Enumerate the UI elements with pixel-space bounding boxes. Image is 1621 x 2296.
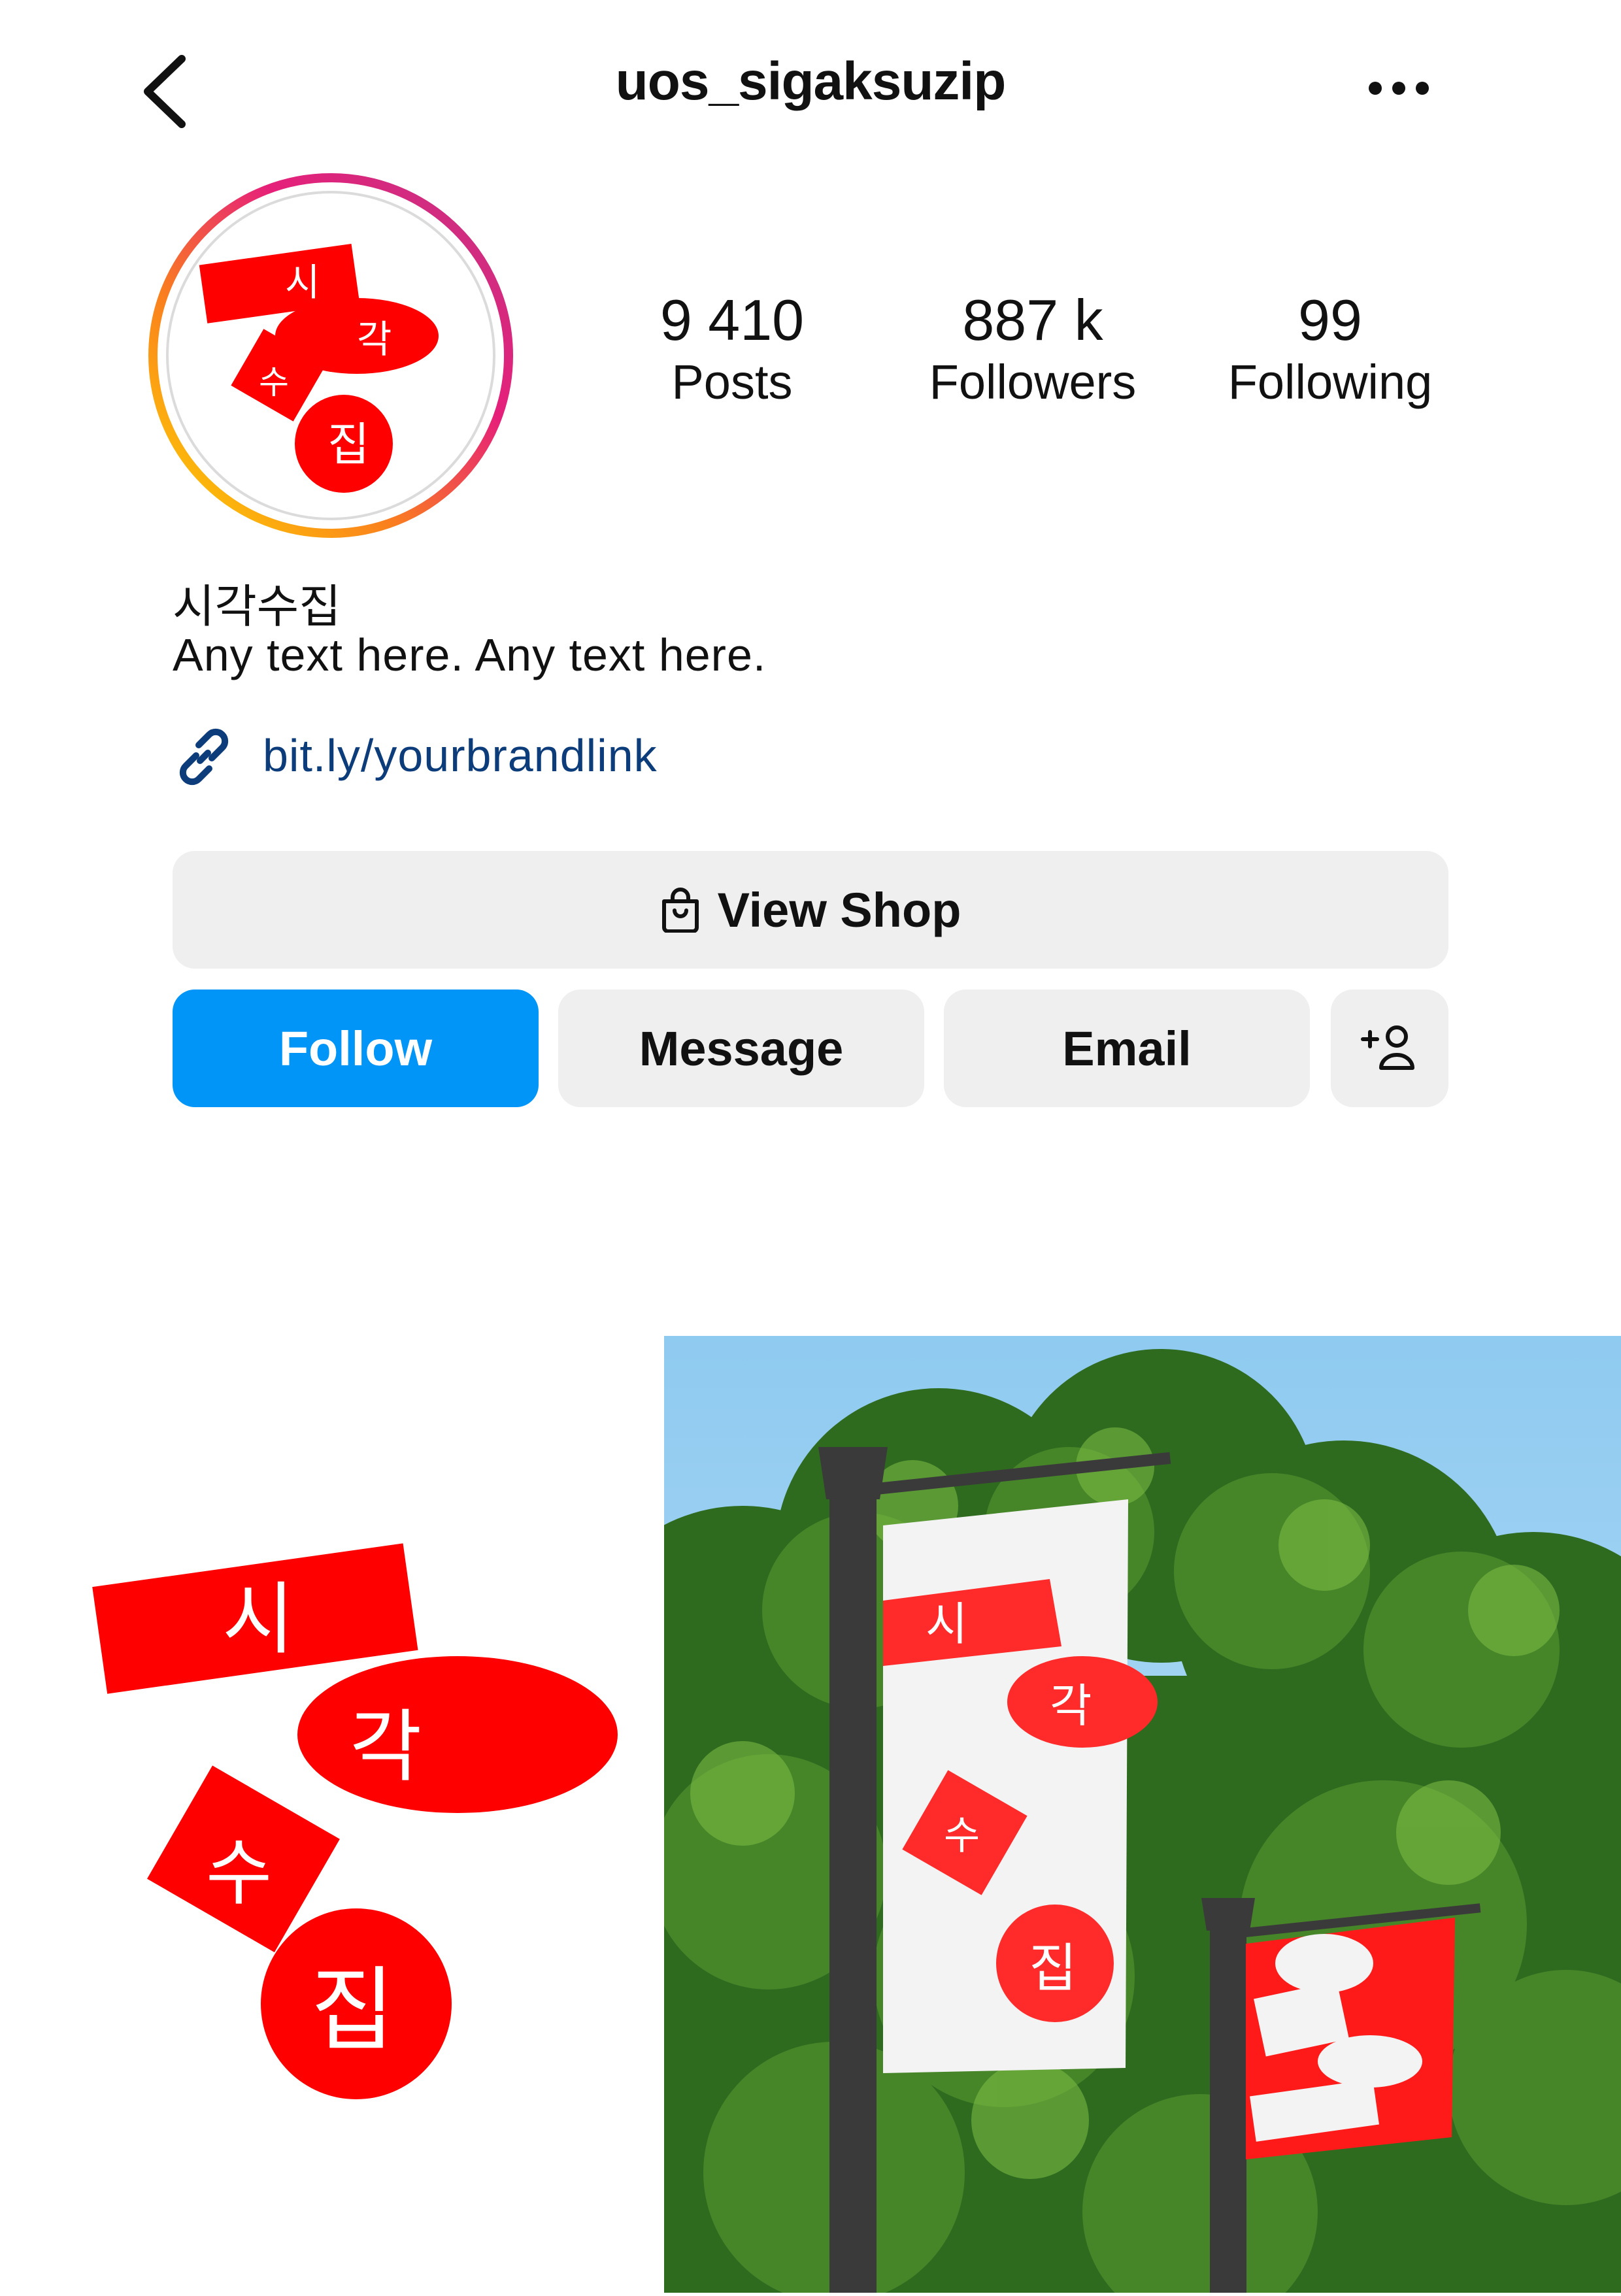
logo-letter: 집 [310,1957,395,2064]
stat-followers[interactable]: 887 k Followers [902,288,1163,412]
stat-label: Following [1228,355,1433,409]
view-shop-button[interactable]: View Shop [173,851,1448,969]
bio-link[interactable]: bit.ly/yourbrandlink [263,729,658,782]
stat-label: Followers [929,355,1137,409]
add-user-icon [1361,1025,1414,1070]
stat-label: Posts [671,355,793,409]
follow-button[interactable]: Follow [173,990,539,1107]
post-thumbnail-logo[interactable]: 시 각 수 집 [0,1336,654,2293]
shopping-bag-icon [661,888,699,933]
more-options-button[interactable] [1366,78,1431,98]
bio-text: Any text here. Any text here. [173,629,767,680]
bio-name: 시각수집 [173,580,341,633]
more-horizontal-icon [1369,82,1429,95]
logo-letter: 수 [206,1831,272,1915]
avatar-letter: 시 [285,260,320,305]
stat-value: 99 [1298,288,1362,352]
logo-letter: 각 [350,1702,422,1793]
banner-letter: 시 [926,1597,967,1651]
banner-letter: 수 [944,1813,980,1859]
email-button[interactable]: Email [944,990,1310,1107]
profile-avatar[interactable]: 시 각 수 집 [146,171,515,540]
banner-letter: 각 [1050,1679,1092,1733]
stat-following[interactable]: 99 Following [1209,288,1451,412]
avatar-letter: 집 [327,418,369,471]
avatar-letter: 각 [357,317,392,361]
stat-value: 9 410 [660,288,805,352]
view-shop-label: View Shop [717,882,961,937]
avatar-letter: 수 [259,363,289,401]
logo-letter: 시 [222,1574,294,1665]
post-thumbnail-banners[interactable]: 시 각 수 집 [664,1336,1621,2293]
add-user-button[interactable] [1331,990,1448,1107]
stat-value: 887 k [962,288,1103,352]
stat-posts[interactable]: 9 410 Posts [627,288,837,412]
banner-letter: 집 [1029,1938,1077,1999]
link-icon [171,724,237,790]
message-button[interactable]: Message [558,990,924,1107]
